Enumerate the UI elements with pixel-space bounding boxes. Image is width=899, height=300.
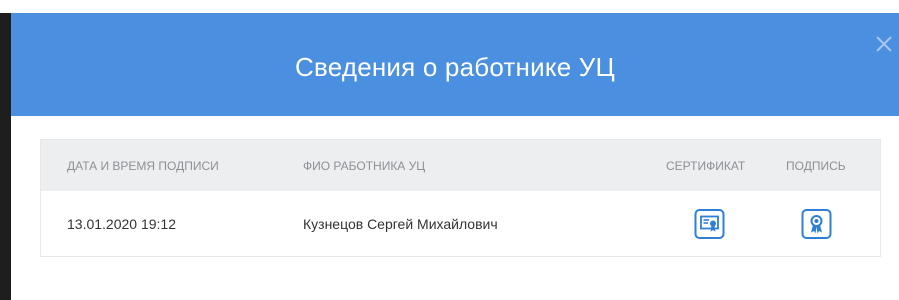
column-header-employee: ФИО РАБОТНИКА УЦ <box>303 158 426 173</box>
table-header: ДАТА И ВРЕМЯ ПОДПИСИ ФИО РАБОТНИКА УЦ СЕ… <box>41 140 880 191</box>
table-row: 13.01.2020 19:12 Кузнецов Сергей Михайло… <box>41 191 880 257</box>
column-header-datetime: ДАТА И ВРЕМЯ ПОДПИСИ <box>67 158 219 173</box>
cell-datetime: 13.01.2020 19:12 <box>67 216 176 232</box>
signatures-table: ДАТА И ВРЕМЯ ПОДПИСИ ФИО РАБОТНИКА УЦ СЕ… <box>40 139 881 257</box>
column-header-signature: ПОДПИСЬ <box>786 158 846 173</box>
column-header-certificate: СЕРТИФИКАТ <box>666 158 746 173</box>
backdrop-edge <box>0 13 11 300</box>
award-ribbon-icon[interactable] <box>801 209 832 240</box>
cell-employee: Кузнецов Сергей Михайлович <box>303 216 498 232</box>
employee-info-dialog: Сведения о работнике УЦ ДАТА И ВРЕМЯ ПОД… <box>11 13 899 300</box>
close-icon[interactable] <box>873 33 895 55</box>
window-top-edge <box>0 0 899 13</box>
dialog-title: Сведения о работнике УЦ <box>295 51 615 82</box>
certificate-icon[interactable] <box>694 209 725 240</box>
dialog-header: Сведения о работнике УЦ <box>11 13 899 116</box>
